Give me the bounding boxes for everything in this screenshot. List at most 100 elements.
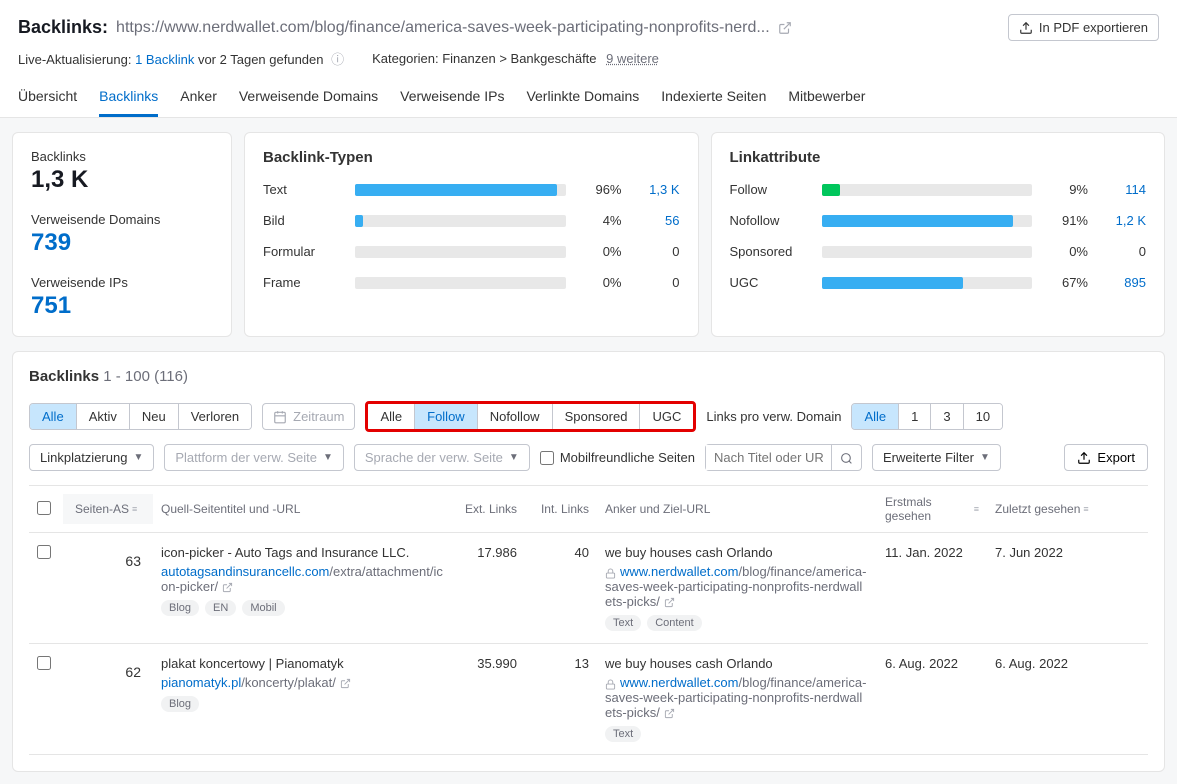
seg-follow-all[interactable]: Alle: [368, 404, 415, 429]
bar-track: [822, 277, 1033, 289]
search-icon[interactable]: [831, 445, 861, 470]
th-anchor[interactable]: Anker und Ziel-URL: [597, 502, 877, 516]
date-range-button[interactable]: Zeitraum: [262, 403, 355, 430]
bar-row: Sponsored0%0: [730, 244, 1147, 259]
mobile-friendly-input[interactable]: [540, 451, 554, 465]
target-url[interactable]: www.nerdwallet.com/blog/finance/america-…: [605, 564, 869, 609]
seg-follow-ugc[interactable]: UGC: [640, 404, 693, 429]
th-last-seen[interactable]: Zuletzt gesehen ≡: [987, 502, 1097, 516]
external-link-icon[interactable]: [664, 705, 675, 720]
seg-status-new[interactable]: Neu: [130, 404, 179, 429]
seg-status-all[interactable]: Alle: [30, 404, 77, 429]
bar-count[interactable]: 0: [1102, 244, 1146, 259]
export-button[interactable]: Export: [1064, 444, 1148, 471]
seg-follow-sponsored[interactable]: Sponsored: [553, 404, 641, 429]
tag: Content: [647, 615, 702, 631]
tab-backlinks[interactable]: Backlinks: [99, 80, 158, 117]
table-header: Seiten-AS ≡ Quell-Seitentitel und -URL E…: [29, 485, 1148, 533]
select-all-checkbox[interactable]: [37, 501, 51, 515]
tag: Blog: [161, 600, 199, 616]
th-source-title[interactable]: Quell-Seitentitel und -URL: [153, 502, 453, 516]
source-url[interactable]: pianomatyk.pl/koncerty/plakat/: [161, 675, 445, 690]
bar-label: Nofollow: [730, 213, 808, 228]
tab-indexed-pages[interactable]: Indexierte Seiten: [661, 80, 766, 117]
bar-count[interactable]: 1,2 K: [1102, 213, 1146, 228]
bar-count[interactable]: 0: [636, 244, 680, 259]
export-pdf-button[interactable]: In PDF exportieren: [1008, 14, 1159, 41]
seg-perdomain-all[interactable]: Alle: [852, 404, 899, 429]
seg-follow-follow[interactable]: Follow: [415, 404, 478, 429]
seg-perdomain-3[interactable]: 3: [931, 404, 963, 429]
bar-pct: 96%: [580, 182, 622, 197]
cell-last-seen: 7. Jun 2022: [987, 545, 1097, 560]
th-first-seen[interactable]: Erstmals gesehen ≡: [877, 495, 987, 523]
dd-platform[interactable]: Plattform der verw. Seite▼: [164, 444, 344, 471]
row-checkbox[interactable]: [37, 656, 51, 670]
link-attributes-card: Linkattribute Follow9%114Nofollow91%1,2 …: [711, 132, 1166, 337]
types-title: Backlink-Typen: [263, 149, 680, 166]
tab-ref-domains[interactable]: Verweisende Domains: [239, 80, 378, 117]
dd-placement[interactable]: Linkplatzierung▼: [29, 444, 154, 471]
seg-perdomain-1[interactable]: 1: [899, 404, 931, 429]
tag: Mobil: [242, 600, 284, 616]
info-icon[interactable]: ⓘ: [331, 52, 344, 67]
source-title: plakat koncertowy | Pianomatyk: [161, 656, 445, 671]
th-int-links[interactable]: Int. Links: [525, 502, 597, 516]
chevron-down-icon: ▼: [133, 452, 143, 463]
table-row: 63icon-picker - Auto Tags and Insurance …: [29, 533, 1148, 644]
bar-pct: 9%: [1046, 182, 1088, 197]
external-link-icon[interactable]: [340, 675, 351, 690]
dd-language[interactable]: Sprache der verw. Seite▼: [354, 444, 530, 471]
bar-count[interactable]: 895: [1102, 275, 1146, 290]
source-url[interactable]: autotagsandinsurancellc.com/extra/attach…: [161, 564, 445, 594]
dd-advanced-filters[interactable]: Erweiterte Filter▼: [872, 444, 1001, 471]
lock-icon: [605, 567, 616, 579]
seg-perdomain-10[interactable]: 10: [964, 404, 1002, 429]
tabs: Übersicht Backlinks Anker Verweisende Do…: [18, 80, 1159, 117]
external-link-icon[interactable]: [778, 20, 792, 36]
bar-pct: 4%: [580, 213, 622, 228]
per-domain-segment: Alle 1 3 10: [851, 403, 1003, 430]
backlinks-found-link[interactable]: 1 Backlink: [135, 52, 194, 67]
target-url[interactable]: www.nerdwallet.com/blog/finance/america-…: [605, 675, 869, 720]
bar-track: [822, 246, 1033, 258]
lock-icon: [605, 678, 616, 690]
tab-ref-ips[interactable]: Verweisende IPs: [400, 80, 504, 117]
chevron-down-icon: ▼: [980, 452, 990, 463]
tag: Text: [605, 726, 641, 742]
mobile-friendly-checkbox[interactable]: Mobilfreundliche Seiten: [540, 450, 695, 465]
seg-follow-nofollow[interactable]: Nofollow: [478, 404, 553, 429]
attrs-title: Linkattribute: [730, 149, 1147, 166]
stat-backlinks-label: Backlinks: [31, 149, 213, 164]
stat-refdomains-label: Verweisende Domains: [31, 212, 213, 227]
seg-status-active[interactable]: Aktiv: [77, 404, 130, 429]
stats-card: Backlinks 1,3 K Verweisende Domains 739 …: [12, 132, 232, 337]
th-page-as[interactable]: Seiten-AS ≡: [63, 494, 153, 524]
th-ext-links[interactable]: Ext. Links: [453, 502, 525, 516]
tab-linked-domains[interactable]: Verlinkte Domains: [526, 80, 639, 117]
bar-label: Sponsored: [730, 244, 808, 259]
backlink-types-card: Backlink-Typen Text96%1,3 KBild4%56Formu…: [244, 132, 699, 337]
bar-track: [355, 184, 566, 196]
sort-icon: ≡: [132, 504, 137, 514]
bar-count[interactable]: 1,3 K: [636, 182, 680, 197]
tag: Blog: [161, 696, 199, 712]
tab-competitors[interactable]: Mitbewerber: [788, 80, 865, 117]
search-input[interactable]: [706, 445, 831, 470]
stat-refips-value[interactable]: 751: [31, 292, 213, 320]
more-categories-link[interactable]: 9 weitere: [606, 51, 659, 66]
bar-count[interactable]: 114: [1102, 182, 1146, 197]
tab-anchors[interactable]: Anker: [180, 80, 217, 117]
search-box: [705, 444, 862, 471]
stat-refdomains-value[interactable]: 739: [31, 229, 213, 257]
tab-overview[interactable]: Übersicht: [18, 80, 77, 117]
cell-page-as: 62: [63, 656, 153, 688]
seg-status-lost[interactable]: Verloren: [179, 404, 251, 429]
table-row: 62 plakat koncertowy | Pianomatyk pianomat…: [29, 644, 1148, 755]
bar-count[interactable]: 0: [636, 275, 680, 290]
external-link-icon[interactable]: [222, 579, 233, 594]
bar-count[interactable]: 56: [636, 213, 680, 228]
row-checkbox[interactable]: [37, 545, 51, 559]
bar-track: [822, 215, 1033, 227]
external-link-icon[interactable]: [664, 594, 675, 609]
